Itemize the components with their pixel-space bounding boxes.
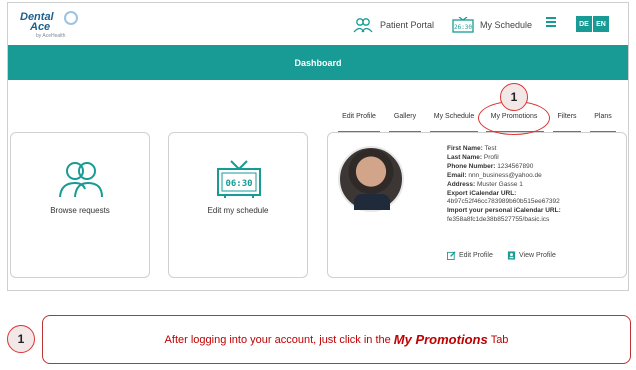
language-en-button[interactable]: EN <box>593 16 609 32</box>
edit-profile-link[interactable]: Edit Profile <box>447 251 493 260</box>
instruction-text-emphasis: My Promotions <box>393 332 488 347</box>
users-icon <box>57 159 105 199</box>
hamburger-menu-icon[interactable] <box>546 17 556 29</box>
ical-import-value[interactable]: fe358a8fc1de38b8527755/basic.ics <box>447 216 625 225</box>
avatar <box>338 146 404 212</box>
ical-export-value[interactable]: 4b97c52f46cc783989b60b515ee67392 <box>447 198 625 207</box>
instruction-callout: After logging into your account, just cl… <box>42 315 631 364</box>
app-screenshot: Dental Ace by AceHealth Patient Portal 2… <box>0 0 636 293</box>
step-number-badge-instruction: 1 <box>7 325 35 353</box>
tv-clock-text: 06:30 <box>225 179 252 189</box>
browse-requests-label: Browse requests <box>50 206 110 215</box>
nav-my-schedule-label: My Schedule <box>480 20 533 30</box>
tab-plans[interactable]: Plans <box>592 113 614 125</box>
svg-text:26:30: 26:30 <box>454 24 472 31</box>
profile-first-name: First Name: Test <box>447 145 497 152</box>
patient-portal-icon <box>352 17 374 33</box>
profile-card-icon <box>507 251 516 260</box>
step-number-badge: 1 <box>500 83 528 111</box>
profile-address: Address: Muster Gasse 1 <box>447 180 523 188</box>
browse-requests-card[interactable]: Browse requests <box>10 132 150 278</box>
edit-icon <box>447 251 456 260</box>
nav-patient-portal-label: Patient Portal <box>380 20 435 30</box>
tab-gallery[interactable]: Gallery <box>391 113 419 125</box>
dental-ace-logo[interactable]: Dental Ace by AceHealth <box>20 9 82 39</box>
tv-clock-icon: 06:30 <box>215 159 263 199</box>
dashboard-title-bar: Dashboard <box>8 45 628 80</box>
view-profile-label: View Profile <box>519 252 556 259</box>
profile-phone: Phone Number: 1234567890 <box>447 162 534 170</box>
nav-patient-portal[interactable]: Patient Portal <box>352 16 434 34</box>
schedule-clock-icon: 26:30 <box>452 17 474 33</box>
ical-import-label: Import your personal iCalendar URL: <box>447 207 561 215</box>
dashboard-title: Dashboard <box>294 57 342 68</box>
edit-schedule-card[interactable]: 06:30 Edit my schedule <box>168 132 308 278</box>
edit-schedule-label: Edit my schedule <box>207 206 269 215</box>
profile-email: Email: nnn_business@yahoo.de <box>447 171 542 179</box>
language-de-button[interactable]: DE <box>576 16 592 32</box>
profile-last-name: Last Name: Profil <box>447 153 499 161</box>
tab-edit-profile[interactable]: Edit Profile <box>340 113 378 125</box>
view-profile-link[interactable]: View Profile <box>507 251 556 260</box>
ical-export-label: Export iCalendar URL: <box>447 189 517 197</box>
instruction-text-after: Tab <box>490 333 509 346</box>
logo-text-line2: Ace <box>30 21 51 33</box>
edit-profile-label: Edit Profile <box>459 252 493 259</box>
nav-my-schedule[interactable]: 26:30 My Schedule <box>452 16 532 34</box>
profile-card: First Name: Test Last Name: Profil Phone… <box>327 132 627 278</box>
tab-filters[interactable]: Filters <box>555 113 579 125</box>
logo-tagline: by AceHealth <box>36 33 66 39</box>
top-header: Dental Ace by AceHealth Patient Portal 2… <box>8 3 628 45</box>
tab-my-schedule[interactable]: My Schedule <box>432 113 476 125</box>
instruction-text-before: After logging into your account, just cl… <box>164 333 391 346</box>
tooth-icon <box>64 11 78 25</box>
profile-info: First Name: Test Last Name: Profil Phone… <box>447 145 625 225</box>
